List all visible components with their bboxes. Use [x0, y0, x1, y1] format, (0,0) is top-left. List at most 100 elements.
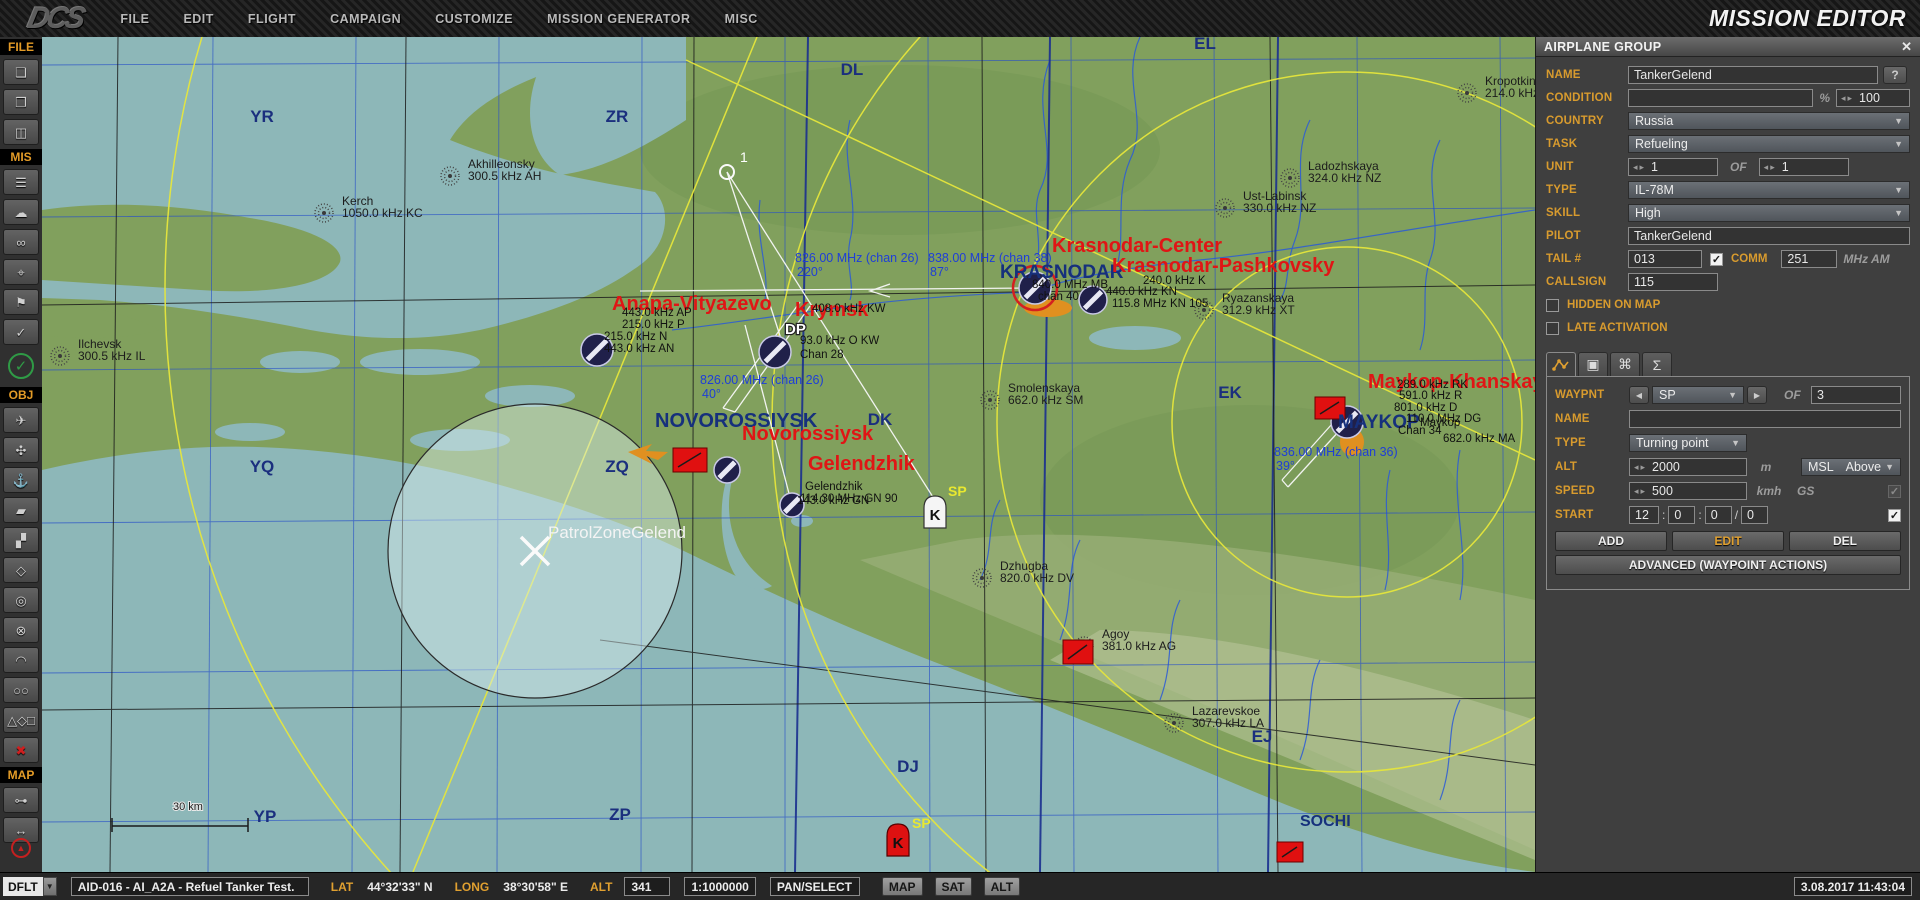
- advanced-waypoint-actions-button[interactable]: ADVANCED (WAYPOINT ACTIONS): [1555, 555, 1901, 575]
- condition-input[interactable]: [1628, 89, 1813, 107]
- validate-button[interactable]: ✓: [8, 353, 34, 379]
- tab-placement[interactable]: ▣: [1578, 352, 1608, 376]
- zone-button[interactable]: ⊗: [3, 617, 39, 643]
- cursor-mode-box[interactable]: PAN/SELECT: [770, 877, 860, 896]
- hidden-on-map-checkbox[interactable]: ✓: [1546, 299, 1559, 312]
- menu-edit[interactable]: EDIT: [183, 12, 213, 26]
- comm-checkbox[interactable]: ✓: [1710, 253, 1723, 266]
- speed-stepper[interactable]: ◂▸500: [1629, 482, 1747, 500]
- save-mission-button[interactable]: ◫: [3, 119, 39, 145]
- unit-label: UNIT: [1546, 161, 1628, 173]
- waypoint-type-select[interactable]: Turning point▼: [1629, 434, 1747, 452]
- open-mission-button[interactable]: ❒: [3, 89, 39, 115]
- briefing-button[interactable]: ☰: [3, 169, 39, 195]
- alt-layer-button[interactable]: ALT: [984, 877, 1020, 896]
- main-menu: FILE EDIT FLIGHT CAMPAIGN CUSTOMIZE MISSION G…: [120, 12, 757, 26]
- map-viewport[interactable]: KK YRZRDLELYQZQDKEKYPZPDJEJNOVOROSSIYSKK…: [42, 37, 1535, 872]
- airplane-button[interactable]: ✈: [3, 407, 39, 433]
- goals-button[interactable]: ✓: [3, 319, 39, 345]
- start-minutes-input[interactable]: [1668, 506, 1695, 524]
- group-name-input[interactable]: [1628, 66, 1878, 84]
- map-channel-label: 826.00 MHz (chan 26): [700, 373, 824, 387]
- waypoint-editor: WAYPNT ◀ SP▼ ▶ OF NAME TYPE Turning poin…: [1546, 376, 1910, 590]
- close-icon[interactable]: ✕: [1901, 39, 1912, 55]
- delete-waypoint-button[interactable]: DEL: [1789, 531, 1901, 551]
- menu-flight[interactable]: FLIGHT: [248, 12, 296, 26]
- edit-waypoint-button[interactable]: EDIT: [1672, 531, 1784, 551]
- pilot-input[interactable]: [1628, 227, 1910, 245]
- new-mission-button[interactable]: ❑: [3, 59, 39, 85]
- template-button[interactable]: △◇□: [3, 707, 39, 733]
- bullseye-button[interactable]: ◎: [3, 587, 39, 613]
- chevron-down-icon: ▼: [1885, 462, 1894, 472]
- map-red-square-marker[interactable]: [673, 448, 707, 472]
- tab-summary[interactable]: Σ: [1642, 352, 1672, 376]
- gs-checkbox[interactable]: ✓: [1888, 485, 1901, 498]
- start-hours-input[interactable]: [1629, 506, 1659, 524]
- editor-title: MISSION EDITOR: [1709, 5, 1906, 32]
- next-waypoint-button[interactable]: ▶: [1747, 386, 1767, 404]
- sat-layer-button[interactable]: SAT: [935, 877, 972, 896]
- menu-misc[interactable]: MISC: [725, 12, 758, 26]
- map-red-square-marker[interactable]: [1063, 640, 1093, 664]
- start-time-checkbox[interactable]: ✓: [1888, 509, 1901, 522]
- record-icon[interactable]: ▲: [11, 838, 31, 858]
- waypoint-select[interactable]: SP▼: [1652, 386, 1744, 404]
- map-scale-box[interactable]: 1:1000000: [684, 877, 755, 896]
- map-key-button[interactable]: ⊶: [3, 787, 39, 813]
- unit-stepper[interactable]: ◂▸1: [1628, 158, 1718, 176]
- vehicle-button[interactable]: ▰: [3, 497, 39, 523]
- comm-unit-label: MHz AM: [1843, 252, 1889, 266]
- start-day-input[interactable]: [1741, 506, 1768, 524]
- menu-customize[interactable]: CUSTOMIZE: [435, 12, 513, 26]
- alt-reference-select[interactable]: MSL Above ▼: [1801, 458, 1901, 476]
- waypoint-name-input[interactable]: [1629, 410, 1901, 428]
- country-label: COUNTRY: [1546, 115, 1628, 127]
- map-red-square-marker[interactable]: [1277, 842, 1303, 862]
- route-tool-button[interactable]: ◇: [3, 557, 39, 583]
- condition-stepper[interactable]: ◂▸100: [1836, 89, 1910, 107]
- callsign-input[interactable]: [1628, 273, 1718, 291]
- delete-button[interactable]: ✖: [3, 737, 39, 763]
- airport-icon[interactable]: [759, 336, 791, 368]
- static-object-button[interactable]: ▞: [3, 527, 39, 553]
- start-point-marker[interactable]: K: [924, 496, 946, 528]
- help-button[interactable]: ?: [1883, 66, 1907, 84]
- waypoint-total-input[interactable]: [1811, 386, 1901, 404]
- helicopter-button[interactable]: ✣: [3, 437, 39, 463]
- unit-total-stepper[interactable]: ◂▸1: [1759, 158, 1849, 176]
- country-select[interactable]: Russia▼: [1628, 112, 1910, 130]
- group-list-button[interactable]: ○○: [3, 677, 39, 703]
- airport-icon[interactable]: [714, 457, 740, 483]
- tab-route[interactable]: [1546, 352, 1576, 376]
- comm-freq-input[interactable]: [1781, 250, 1837, 268]
- chevron-down-icon: ▼: [1894, 208, 1903, 218]
- flags-button[interactable]: ⚑: [3, 289, 39, 315]
- farp-button[interactable]: ◠: [3, 647, 39, 673]
- weather-button[interactable]: ☁: [3, 199, 39, 225]
- prev-waypoint-button[interactable]: ◀: [1629, 386, 1649, 404]
- ship-button[interactable]: ⚓: [3, 467, 39, 493]
- add-waypoint-button[interactable]: ADD: [1555, 531, 1667, 551]
- altitude-stepper[interactable]: ◂▸2000: [1629, 458, 1747, 476]
- map-layer-button[interactable]: MAP: [882, 877, 923, 896]
- skill-select[interactable]: High▼: [1628, 204, 1910, 222]
- profile-select[interactable]: DFLT: [3, 877, 43, 896]
- failures-button[interactable]: ∞: [3, 229, 39, 255]
- menu-file[interactable]: FILE: [120, 12, 149, 26]
- type-select[interactable]: IL-78M▼: [1628, 181, 1910, 199]
- airplane-group-panel: AIRPLANE GROUP ✕ NAME ? CONDITION % ◂▸10…: [1535, 37, 1920, 872]
- tail-number-input[interactable]: [1628, 250, 1702, 268]
- menu-mission-generator[interactable]: MISSION GENERATOR: [547, 12, 690, 26]
- panel-header[interactable]: AIRPLANE GROUP ✕: [1536, 37, 1920, 57]
- start-seconds-input[interactable]: [1705, 506, 1732, 524]
- start-point-marker[interactable]: K: [887, 824, 909, 856]
- late-activation-checkbox[interactable]: ✓: [1546, 322, 1559, 335]
- tab-actions[interactable]: ⌘: [1610, 352, 1640, 376]
- task-label: TASK: [1546, 138, 1628, 150]
- chevron-down-icon: ▼: [1894, 185, 1903, 195]
- menu-campaign[interactable]: CAMPAIGN: [330, 12, 401, 26]
- triggers-button[interactable]: ⌖: [3, 259, 39, 285]
- profile-dropdown-arrow[interactable]: ▼: [43, 877, 57, 896]
- task-select[interactable]: Refueling▼: [1628, 135, 1910, 153]
